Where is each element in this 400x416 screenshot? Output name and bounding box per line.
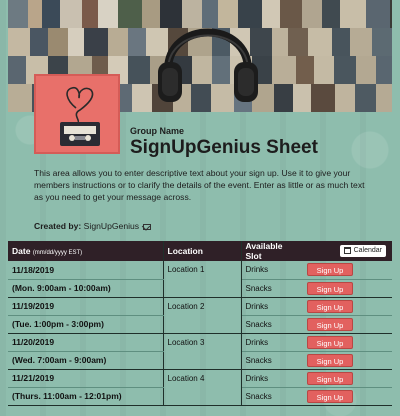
- action-cell: Sign Up: [303, 297, 392, 316]
- created-by: Created by: SignUpGenius: [34, 221, 152, 231]
- cassette-heart-icon: [60, 86, 100, 146]
- action-cell: Sign Up: [303, 333, 392, 352]
- slot-cell: Drinks: [241, 297, 303, 316]
- table-row: 11/19/2019 Location 2 Drinks Sign Up: [8, 297, 392, 334]
- signup-button[interactable]: Sign Up: [307, 317, 353, 331]
- location-cell: Location 3: [163, 333, 242, 370]
- creator-name: SignUpGenius: [83, 221, 140, 231]
- slot-cell: Snacks: [241, 279, 303, 298]
- location-cell: Location 1: [163, 261, 242, 298]
- column-header-location: Location: [163, 241, 242, 261]
- created-by-label: Created by:: [34, 221, 82, 231]
- time-cell: (Mon. 9:00am - 10:00am): [8, 279, 164, 298]
- signup-button[interactable]: Sign Up: [307, 263, 353, 277]
- table-row: 11/18/2019 Location 1 Drinks Sign Up: [8, 261, 392, 298]
- action-cell: Sign Up: [303, 387, 392, 406]
- signup-button[interactable]: Sign Up: [307, 353, 353, 367]
- slot-cell: Drinks: [241, 261, 303, 280]
- time-cell: (Wed. 7:00am - 9:00am): [8, 351, 164, 370]
- location-cell: Location 2: [163, 297, 242, 334]
- headphones-icon: [158, 28, 258, 102]
- email-icon[interactable]: [143, 223, 152, 230]
- slot-cell: Drinks: [241, 333, 303, 352]
- action-cell: Sign Up: [303, 279, 392, 298]
- column-header-date: Date (mm/dd/yyyy EST): [8, 241, 164, 261]
- table-row: 11/21/2019 Location 4 Drinks Sign Up: [8, 369, 392, 406]
- group-logo: [34, 74, 120, 154]
- action-cell: Sign Up: [303, 351, 392, 370]
- table-row: 11/20/2019 Location 3 Drinks Sign Up: [8, 333, 392, 370]
- signup-button[interactable]: Sign Up: [307, 389, 353, 403]
- date-cell: 11/20/2019: [8, 333, 164, 352]
- calendar-button[interactable]: Calendar: [339, 245, 386, 257]
- location-cell: Location 4: [163, 369, 242, 406]
- slot-cell: Snacks: [241, 387, 303, 406]
- signup-table: Date (mm/dd/yyyy EST) Location Available…: [8, 241, 392, 406]
- column-header-slot: Available Slot: [241, 241, 303, 261]
- page-title: SignUpGenius Sheet: [130, 137, 318, 158]
- calendar-icon: [343, 246, 351, 254]
- action-cell: Sign Up: [303, 261, 392, 280]
- date-cell: 11/21/2019: [8, 369, 164, 388]
- action-cell: Sign Up: [303, 315, 392, 334]
- signup-button[interactable]: Sign Up: [307, 299, 353, 313]
- slot-cell: Snacks: [241, 351, 303, 370]
- time-cell: (Thurs. 11:00am - 12:01pm): [8, 387, 164, 406]
- date-cell: 11/19/2019: [8, 297, 164, 316]
- signup-button[interactable]: Sign Up: [307, 371, 353, 385]
- time-cell: (Tue. 1:00pm - 3:00pm): [8, 315, 164, 334]
- slot-cell: Snacks: [241, 315, 303, 334]
- column-header-actions: Calendar: [303, 241, 392, 261]
- date-cell: 11/18/2019: [8, 261, 164, 280]
- group-name-label: Group Name: [130, 126, 185, 136]
- signup-button[interactable]: Sign Up: [307, 281, 353, 295]
- action-cell: Sign Up: [303, 369, 392, 388]
- description-text: This area allows you to enter descriptiv…: [34, 168, 365, 202]
- slot-cell: Drinks: [241, 369, 303, 388]
- signup-button[interactable]: Sign Up: [307, 335, 353, 349]
- table-header-row: Date (mm/dd/yyyy EST) Location Available…: [8, 241, 392, 261]
